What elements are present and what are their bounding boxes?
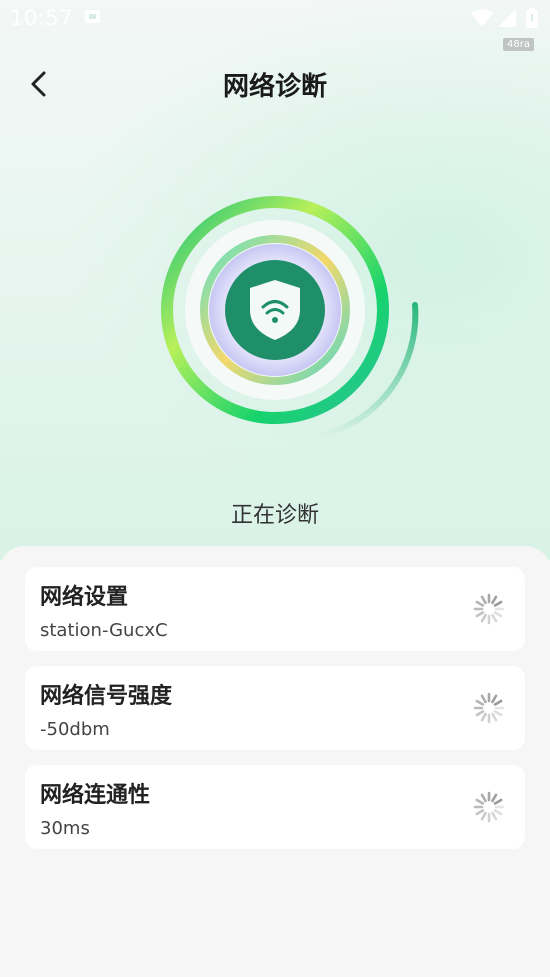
results-panel: 网络设置 station-GucxC 网络信号强度 -50dbm 网络连通性 3…: [0, 546, 550, 977]
check-card-signal-strength: 网络信号强度 -50dbm: [25, 666, 525, 750]
diagnosis-status-text: 正在诊断: [230, 503, 319, 528]
status-time: 10:57: [10, 6, 74, 30]
wifi-icon: [470, 8, 494, 32]
check-value: station-GucxC: [40, 620, 168, 641]
signal-icon: [497, 8, 517, 32]
check-value: -50dbm: [40, 719, 110, 740]
diagnosis-gauge: [150, 190, 440, 450]
check-value: 30ms: [40, 818, 90, 839]
battery-icon: [526, 8, 538, 32]
status-badge: 48ra: [503, 38, 534, 51]
loading-spinner-icon: [473, 692, 505, 724]
status-bar: 10:57 48ra: [0, 0, 550, 51]
check-card-connectivity: 网络连通性 30ms: [25, 765, 525, 849]
app-header: 网络诊断: [0, 60, 550, 110]
check-title: 网络连通性: [40, 783, 151, 808]
loading-spinner-icon: [473, 593, 505, 625]
loading-spinner-icon: [473, 791, 505, 823]
check-card-network-settings: 网络设置 station-GucxC: [25, 567, 525, 651]
page-title: 网络诊断: [222, 72, 327, 102]
notification-icon: [84, 8, 102, 30]
check-title: 网络信号强度: [40, 684, 173, 709]
check-title: 网络设置: [40, 585, 129, 610]
